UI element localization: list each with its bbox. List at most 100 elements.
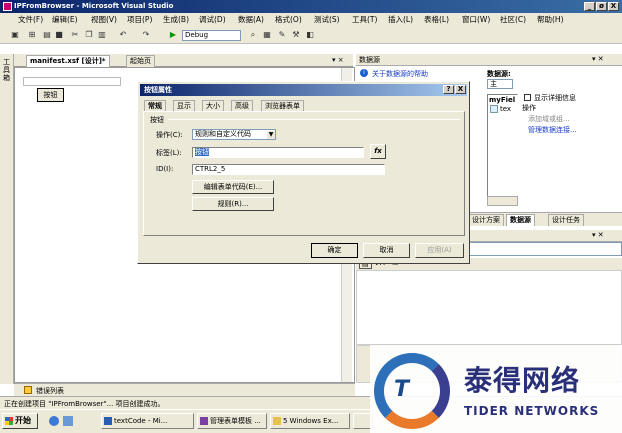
toolbox-tab[interactable]: 工具箱 (3, 58, 11, 82)
watermark-cn: 泰得网络 (464, 364, 581, 397)
watermark-logo: T 泰得网络 TIDER NETWORKS (370, 345, 622, 433)
config-dropdown[interactable]: Debug (182, 30, 241, 41)
menu-insert[interactable]: 插入(L) (388, 14, 413, 26)
find-icon[interactable]: ⌕ (248, 30, 258, 40)
menu-table[interactable]: 表格(L) (424, 14, 449, 26)
menu-edit[interactable]: 编辑(E) (52, 14, 78, 26)
start-debug-icon[interactable]: ▶ (168, 30, 178, 40)
task-textcode[interactable]: textCode - Mi... (101, 413, 194, 429)
tree-root[interactable]: myFiel (489, 96, 515, 104)
show-details-checkbox[interactable] (524, 94, 531, 101)
action-dropdown[interactable]: 规则和自定义代码 (192, 129, 276, 140)
desktop-icon[interactable] (63, 416, 73, 426)
caption-value: 按钮 (195, 148, 209, 156)
tab-design-plan[interactable]: 设计方案 (468, 214, 504, 226)
function-button[interactable]: fx (370, 144, 386, 159)
dialog-title-bar: 按钮属性 (140, 84, 467, 96)
dialog-help-button[interactable]: ? (443, 85, 454, 94)
id-input[interactable]: CTRL2_5 (192, 164, 385, 175)
menu-debug[interactable]: 调试(D) (199, 14, 226, 26)
start-label: 开始 (15, 416, 31, 425)
help-icon: i (360, 69, 368, 77)
task-label: textCode - Mi... (114, 417, 168, 425)
group-label: 按钮 (150, 116, 164, 124)
window-title: IPFromBrowser - Microsoft Visual Studio (14, 2, 174, 10)
menu-view[interactable]: 视图(V) (91, 14, 117, 26)
save-icon[interactable]: ■ (54, 30, 64, 40)
tab-panel: 按钮 操作(C): 规则和自定义代码 ▼ 标签(L): 按钮 fx ID(I):… (143, 111, 465, 236)
toolbox-icon[interactable]: ⚒ (291, 30, 301, 40)
chevron-down-icon: ▼ (267, 131, 275, 139)
tab-datasource[interactable]: 数据源 (506, 214, 535, 226)
restore-button[interactable]: ø (596, 2, 607, 11)
toolbox-strip: 工具箱 (0, 54, 14, 384)
windows-logo-icon (5, 417, 13, 425)
undo-icon[interactable]: ↶ (118, 30, 128, 40)
edit-form-code-button[interactable]: 编辑表单代码(E)... (192, 180, 274, 194)
menu-tools[interactable]: 工具(T) (352, 14, 377, 26)
redo-icon[interactable]: ↷ (141, 30, 151, 40)
rules-button[interactable]: 规则(R)... (192, 197, 274, 211)
menu-data[interactable]: 数据(A) (238, 14, 264, 26)
bottom-tab-strip: 错误列表 (14, 383, 355, 396)
task-manage-templates[interactable]: 管理表单模板 ... (197, 413, 267, 429)
task-windows-explorer[interactable]: 5 Windows Ex... (270, 413, 350, 429)
menu-window[interactable]: 窗口(W) (462, 14, 490, 26)
object-browser-icon[interactable]: ◧ (305, 30, 315, 40)
tab-manifest-design[interactable]: manifest.xsf [设计]* (26, 55, 110, 67)
task-pane-tabs: 设计方案 数据源 设计任务 (468, 212, 622, 226)
datasource-pin-icon[interactable]: ▾ ✕ (592, 55, 604, 63)
properties-grid[interactable] (356, 270, 622, 345)
title-bar: IPFromBrowser - Microsoft Visual Studio (0, 0, 622, 13)
config-value: Debug (185, 31, 209, 39)
dialog-title: 按钮属性 (144, 86, 172, 94)
menu-community[interactable]: 社区(C) (500, 14, 526, 26)
tree-field[interactable]: tex (500, 105, 511, 113)
datasource-label: 数据源: (487, 70, 511, 78)
ok-button[interactable]: 确定 (311, 243, 358, 258)
tab-start-page[interactable]: 起始页 (126, 55, 155, 67)
new-project-icon[interactable]: ▣ (10, 30, 20, 40)
apply-button[interactable]: 应用(A) (415, 243, 464, 258)
close-button[interactable]: X (608, 2, 619, 11)
ie-icon[interactable] (49, 416, 59, 426)
logo-mark: T (394, 377, 410, 402)
datasource-tree[interactable]: myFiel tex (487, 94, 518, 206)
properties-pin-icon[interactable]: ▾ ✕ (592, 231, 604, 239)
open-icon[interactable]: ▤ (42, 30, 52, 40)
tree-hscrollbar[interactable] (487, 196, 518, 206)
dialog-close-button[interactable]: X (455, 85, 466, 94)
datasource-dropdown[interactable]: 主 (487, 79, 513, 89)
cut-icon[interactable]: ✂ (70, 30, 80, 40)
cancel-button[interactable]: 取消 (363, 243, 410, 258)
add-item-icon[interactable]: ⊞ (27, 30, 37, 40)
copy-icon[interactable]: ❐ (84, 30, 94, 40)
menu-file[interactable]: 文件(F) (18, 14, 43, 26)
status-text: 正在创建项目 "IPFromBrowser"... 项目创建成功。 (4, 400, 165, 408)
minimize-button[interactable]: _ (584, 2, 595, 11)
add-group-link[interactable]: 添加域或组... (528, 114, 570, 124)
menu-project[interactable]: 项目(P) (127, 14, 152, 26)
datasource-help-link[interactable]: 关于数据源的帮助 (372, 69, 428, 79)
manage-connections-link[interactable]: 管理数据连接... (528, 125, 577, 135)
error-list-tab[interactable]: 错误列表 (36, 386, 64, 396)
id-value: CTRL2_5 (195, 165, 226, 173)
standard-toolbar: ▣ ⊞ ▤ ■ ✂ ❐ ▥ ↶ ↷ ▶ Debug ⌕ ▦ ✎ ⚒ ◧ (0, 27, 622, 44)
tab-design-tasks[interactable]: 设计任务 (548, 214, 584, 226)
action-value: 规则和自定义代码 (195, 130, 251, 138)
document-close-icon[interactable]: ▾ × (332, 56, 344, 64)
task-label: 管理表单模板 ... (210, 417, 261, 425)
caption-input[interactable]: 按钮 (192, 147, 364, 158)
properties-icon[interactable]: ✎ (277, 30, 287, 40)
menu-format[interactable]: 格式(O) (275, 14, 302, 26)
start-button[interactable]: 开始 (2, 413, 38, 429)
designer-button[interactable]: 按钮 (37, 88, 64, 102)
field-icon (490, 105, 498, 113)
solution-explorer-icon[interactable]: ▦ (262, 30, 272, 40)
menu-help[interactable]: 帮助(H) (537, 14, 564, 26)
paste-icon[interactable]: ▥ (97, 30, 107, 40)
menu-build[interactable]: 生成(B) (163, 14, 189, 26)
operations-label: 操作 (522, 104, 536, 112)
form-field-outline (23, 77, 121, 86)
menu-test[interactable]: 测试(S) (314, 14, 340, 26)
